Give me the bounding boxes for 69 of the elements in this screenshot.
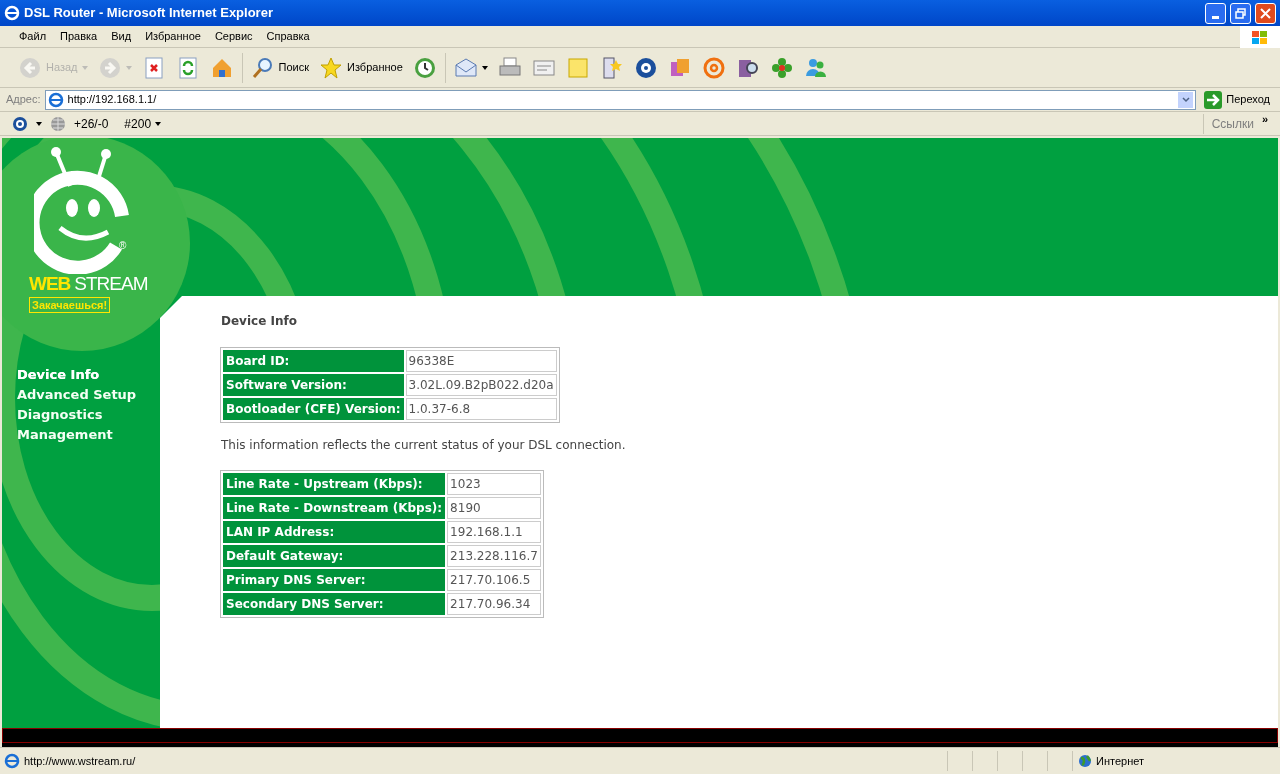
menu-item[interactable]: Сервис — [207, 28, 260, 45]
registered-mark: ® — [119, 239, 127, 253]
flower-icon — [769, 55, 794, 80]
globe-icon — [1078, 754, 1092, 768]
caret-icon — [481, 65, 488, 70]
minimize-icon — [1212, 15, 1219, 19]
more-chevron[interactable]: » — [1261, 111, 1268, 128]
label-cell: Primary DNS Server: — [223, 569, 446, 591]
menu-item[interactable]: Файл — [12, 28, 54, 45]
rank-dropdown[interactable]: #200 — [124, 114, 162, 133]
arrow-icon — [1204, 90, 1223, 109]
value-cell: 1.0.37-6.8 — [405, 398, 557, 420]
search-icon — [250, 55, 275, 80]
value-cell: 96338E — [405, 350, 557, 372]
close-button[interactable] — [1255, 2, 1276, 24]
label-cell: Secondary DNS Server: — [223, 593, 446, 615]
label-cell: Default Gateway: — [223, 545, 446, 567]
menu-item[interactable]: Правка — [53, 28, 105, 45]
label-cell: Bootloader (CFE) Version: — [223, 398, 404, 420]
info-text: This information reflects the current status of your DSL connection. — [221, 437, 627, 454]
label-cell: LAN IP Address: — [223, 521, 446, 543]
page-icon — [4, 753, 20, 769]
value-cell: 1023 — [447, 473, 541, 495]
caret-icon[interactable] — [36, 121, 42, 126]
page-title: Device Info — [221, 313, 298, 330]
menu-item[interactable]: Избранное — [138, 28, 208, 45]
disc-icon[interactable] — [12, 115, 28, 132]
at-sign-icon — [701, 55, 726, 80]
restore-icon — [1235, 7, 1246, 19]
value-cell: 217.70.106.5 — [447, 569, 541, 591]
disc-icon — [633, 55, 658, 80]
close-icon — [1260, 7, 1271, 19]
brand-text: STREAM — [74, 274, 148, 293]
menu-item[interactable]: Справка — [259, 28, 317, 45]
chevron-icon — [1181, 96, 1190, 103]
value-cell: 8190 — [447, 497, 541, 519]
label-cell: Board ID: — [223, 350, 404, 372]
caret-icon — [125, 65, 132, 70]
value-cell: 192.168.1.1 — [447, 521, 541, 543]
caret-icon — [155, 121, 162, 126]
window-title: DSL Router - Microsoft Internet Explorer — [24, 4, 274, 23]
page-icon — [47, 91, 64, 108]
label-cell: Software Version: — [223, 374, 404, 396]
minimize-button[interactable] — [1205, 2, 1226, 24]
address-field[interactable]: http://192.168.1.1/ — [44, 89, 1197, 110]
go-button[interactable]: Переход — [1200, 90, 1274, 109]
note-icon — [565, 55, 590, 80]
star-button[interactable]: Избранное — [315, 51, 407, 84]
windows-logo-icon — [1240, 25, 1280, 48]
slogan-badge: Закачаешься! — [29, 297, 111, 313]
value-cell: 213.228.116.7 — [447, 545, 541, 567]
value-cell: 217.70.96.34 — [447, 593, 541, 615]
zone-text: Интернет — [1096, 753, 1144, 769]
globe-icon — [50, 115, 66, 132]
dropdown-button[interactable] — [1178, 91, 1194, 108]
caret-icon — [81, 65, 88, 70]
address-label: Адрес: — [6, 92, 41, 108]
brand-text: WEB — [29, 274, 71, 293]
value-cell: 3.02L.09.B2pB022.d20a — [405, 374, 557, 396]
browser-icon — [4, 5, 20, 21]
star-icon — [319, 55, 343, 80]
counter-text: +26/-0 — [74, 115, 109, 133]
label-cell: Line Rate - Upstream (Kbps): — [223, 473, 446, 495]
search-button[interactable]: Поиск — [246, 51, 313, 84]
label-cell: Line Rate - Downstream (Kbps): — [223, 497, 446, 519]
status-text: http://www.wstream.ru/ — [24, 753, 137, 769]
clock-icon — [412, 55, 437, 80]
restore-button[interactable] — [1230, 2, 1251, 24]
menu-item[interactable]: Вид — [104, 28, 139, 45]
